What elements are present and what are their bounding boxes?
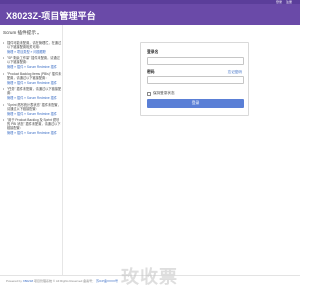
- remember-me[interactable]: 保持登录状态: [147, 91, 175, 96]
- warning-text: "任务" 插件未配置，请通过以下链接配置：: [7, 87, 62, 96]
- footer-icp-link[interactable]: 苏ICP备XXXX号: [96, 279, 118, 283]
- footer-prefix: Powered by: [6, 279, 22, 283]
- password-label: 密码: [147, 70, 155, 74]
- list-item: • 插件可能未配置，请在管理栏，在通过以下链接配置相关可用： 管理 » 项目类型…: [3, 41, 62, 54]
- list-item: • "Product Backlog Items (PBIs)" 插件未配置，请…: [3, 72, 62, 85]
- bullet-icon: •: [3, 71, 5, 76]
- config-link[interactable]: 管理 » 插件 » Scrum Redmine 插件: [7, 81, 62, 85]
- warning-text: "Sprint 燃尽统计表状态" 插件未配置，请通过以下链接配置：: [7, 102, 61, 111]
- plugin-warning-list: • 插件可能未配置，请在管理栏，在通过以下链接配置相关可用： 管理 » 项目类型…: [3, 41, 62, 137]
- warning-text: "用于 Product Backlog 及 Sprint 燃尽的 PBI 状态"…: [7, 118, 61, 131]
- footer-brand-link[interactable]: X8023Z: [23, 279, 34, 283]
- config-link[interactable]: 管理 » 插件 » Scrum Redmine 插件: [7, 112, 62, 116]
- site-title: X8023Z-项目管理平台: [6, 11, 96, 21]
- bullet-icon: •: [3, 118, 5, 123]
- bullet-icon: •: [3, 41, 5, 45]
- config-link[interactable]: 管理 » 项目类型 » 问题跟踪: [7, 50, 62, 54]
- config-link[interactable]: 管理 » 插件 » Scrum Redmine 插件: [7, 65, 62, 69]
- config-link[interactable]: 管理 » 插件 » Scrum Redmine 插件: [7, 131, 62, 135]
- warning-text: "SP 剩余工作量" 插件未配置，请通过以下链接配置：: [7, 56, 60, 65]
- bullet-icon: •: [3, 56, 5, 61]
- bullet-icon: •: [3, 87, 5, 92]
- watermark-logo: 玫收票: [121, 267, 178, 287]
- list-item: • "SP 剩余工作量" 插件未配置，请通过以下链接配置： 管理 » 插件 » …: [3, 56, 62, 69]
- password-input[interactable]: [147, 76, 244, 84]
- list-item: • "用于 Product Backlog 及 Sprint 燃尽的 PBI 状…: [3, 118, 62, 135]
- remember-me-checkbox[interactable]: [147, 91, 151, 96]
- forgot-password-link[interactable]: 忘记密码: [228, 70, 242, 75]
- sidebar: Scrum 插件提示 ▾ • 插件可能未配置，请在管理栏，在通过以下链接配置相关…: [0, 25, 63, 275]
- config-link[interactable]: 管理 » 插件 » Scrum Redmine 插件: [7, 96, 62, 100]
- chevron-down-icon[interactable]: ▾: [37, 31, 39, 36]
- footer-copyright: 项目管理系统 © All Rights Reserved 备案号：: [34, 279, 96, 283]
- sidebar-title[interactable]: Scrum 插件提示 ▾: [3, 30, 39, 36]
- username-input[interactable]: [147, 57, 244, 65]
- login-button[interactable]: 登录: [147, 99, 244, 108]
- login-form: 登录名 密码 忘记密码 保持登录状态 登录: [140, 42, 249, 116]
- sidebar-title-text: Scrum 插件提示: [3, 30, 36, 35]
- warning-text: 插件可能未配置，请在管理栏，在通过以下链接配置相关可用：: [7, 41, 62, 49]
- warning-text: "Product Backlog Items (PBIs)" 插件未配置，请通过…: [7, 71, 62, 80]
- username-label: 登录名: [147, 50, 159, 54]
- footer: Powered by X8023Z 项目管理系统 © All Rights Re…: [6, 279, 118, 283]
- list-item: • "任务" 插件未配置，请通过以下链接配置： 管理 » 插件 » Scrum …: [3, 87, 62, 100]
- remember-me-label: 保持登录状态: [153, 91, 175, 95]
- list-item: • "Sprint 燃尽统计表状态" 插件未配置，请通过以下链接配置： 管理 »…: [3, 103, 62, 116]
- bullet-icon: •: [3, 102, 5, 107]
- site-header: X8023Z-项目管理平台: [0, 4, 300, 25]
